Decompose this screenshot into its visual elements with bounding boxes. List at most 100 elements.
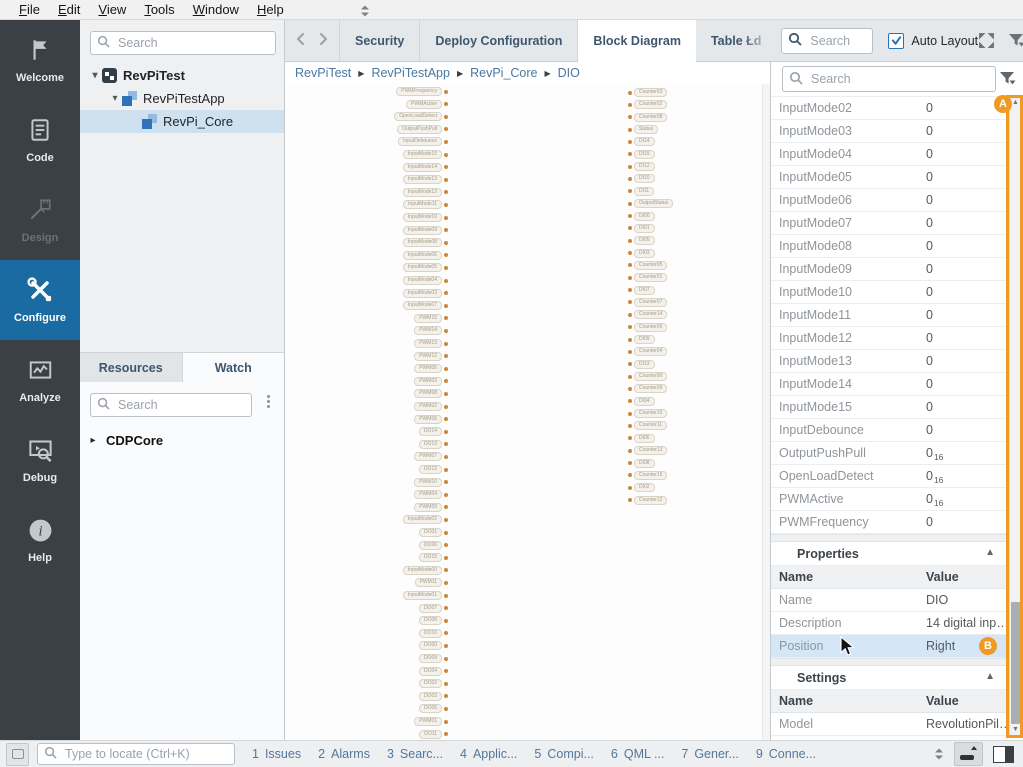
value-row-inputmode03[interactable]: InputMode030 [771, 120, 1009, 143]
tree-item-cdpcore[interactable]: ▸ CDPCore [86, 430, 163, 450]
menu-view[interactable]: View [89, 2, 135, 17]
port-dot[interactable] [444, 417, 448, 421]
diagram-node[interactable]: DO11 [419, 730, 448, 739]
diagram-node[interactable]: Counter10 [628, 409, 667, 418]
filter-icon[interactable] [1008, 33, 1023, 48]
diagram-node[interactable]: DO05 [419, 704, 448, 713]
port-dot[interactable] [444, 354, 448, 358]
tree-item-revpitest[interactable]: ▾RevPiTest [80, 64, 284, 87]
port-dot[interactable] [444, 657, 448, 661]
status-item-searc[interactable]: 3Searc... [387, 747, 443, 761]
diagram-node[interactable]: InputMode00 [403, 566, 448, 575]
value-row-inputmode02[interactable]: InputMode020 [771, 97, 1009, 120]
diagram-node[interactable]: PWM02 [414, 402, 448, 411]
diagram-node[interactable]: PWM11 [415, 578, 448, 587]
status-item-conne[interactable]: 9Conne... [756, 747, 816, 761]
diagram-node[interactable]: DI04 [628, 397, 655, 406]
diagram-node[interactable]: DI00 [628, 212, 655, 221]
status-item-compi[interactable]: 5Compi... [534, 747, 594, 761]
diagram-node[interactable]: DO06 [419, 541, 448, 550]
diagram-node[interactable]: PWM01 [414, 717, 448, 726]
port-dot[interactable] [628, 177, 632, 181]
port-dot[interactable] [628, 350, 632, 354]
port-dot[interactable] [444, 581, 448, 585]
settings-header[interactable]: Settings ▲ [771, 666, 1009, 690]
port-dot[interactable] [444, 669, 448, 673]
diagram-node[interactable]: DI03 [628, 249, 655, 258]
breadcrumb-item-revpitest[interactable]: RevPiTest [295, 66, 351, 80]
value-row-inputmode08[interactable]: InputMode080 [771, 235, 1009, 258]
diagram-node[interactable]: InputMode01 [403, 591, 448, 600]
activity-item-configure[interactable]: Configure [0, 260, 80, 340]
collapse-icon[interactable]: ▲ [985, 671, 995, 682]
locate-box[interactable] [37, 743, 235, 765]
diagram-node[interactable]: Counter11 [628, 421, 667, 430]
port-dot[interactable] [444, 266, 448, 270]
tab-security[interactable]: Security [339, 20, 419, 61]
diagram-node[interactable]: Counter02 [628, 100, 667, 109]
diagram-node[interactable]: InputMode03 [403, 289, 448, 298]
diagram-node[interactable]: DO07 [419, 604, 448, 613]
port-dot[interactable] [444, 190, 448, 194]
port-dot[interactable] [628, 103, 632, 107]
breadcrumb-item-revpi_core[interactable]: RevPi_Core [470, 66, 537, 80]
port-dot[interactable] [444, 253, 448, 257]
port-dot[interactable] [444, 430, 448, 434]
value-row-inputmode04[interactable]: InputMode040 [771, 143, 1009, 166]
menu-help[interactable]: Help [248, 2, 293, 17]
value-row-pwmfrequency[interactable]: PWMFrequency0 [771, 511, 1009, 534]
diagram-node[interactable]: PWM15 [414, 314, 448, 323]
diagram-canvas[interactable]: PWMFrequencyPWMActiveOpenLoadDetectOutpu… [285, 84, 770, 740]
port-dot[interactable] [444, 543, 448, 547]
diagram-node[interactable]: Counter06 [628, 323, 667, 332]
port-dot[interactable] [628, 325, 632, 329]
port-dot[interactable] [628, 140, 632, 144]
port-dot[interactable] [444, 468, 448, 472]
activity-item-code[interactable]: Code [0, 100, 80, 180]
port-dot[interactable] [444, 216, 448, 220]
auto-layout-checkbox[interactable] [888, 33, 904, 49]
value-row-inputmode13[interactable]: InputMode130 [771, 350, 1009, 373]
port-dot[interactable] [628, 202, 632, 206]
value-row-pwmactive[interactable]: PWMActive016 [771, 488, 1009, 511]
port-dot[interactable] [444, 568, 448, 572]
diagram-node[interactable]: DO09 [419, 654, 448, 663]
property-row-position[interactable]: PositionRight [771, 635, 1009, 658]
status-item-qml[interactable]: 6QML ... [611, 747, 664, 761]
diagram-node[interactable]: Counter00 [628, 372, 667, 381]
diagram-node[interactable]: Counter03 [628, 88, 667, 97]
diagram-node[interactable]: InputMode13 [403, 175, 448, 184]
port-dot[interactable] [628, 486, 632, 490]
port-dot[interactable] [444, 90, 448, 94]
value-row-outputpushpull[interactable]: OutputPushPull016 [771, 442, 1009, 465]
port-dot[interactable] [444, 316, 448, 320]
port-dot[interactable] [444, 178, 448, 182]
menu-file[interactable]: File [10, 2, 49, 17]
port-dot[interactable] [444, 707, 448, 711]
port-dot[interactable] [444, 480, 448, 484]
diagram-node[interactable]: PWM13 [414, 339, 448, 348]
diagram-node[interactable]: DI14 [628, 137, 655, 146]
port-dot[interactable] [444, 518, 448, 522]
port-dot[interactable] [444, 594, 448, 598]
port-dot[interactable] [628, 128, 632, 132]
port-dot[interactable] [628, 165, 632, 169]
diagram-node[interactable]: DI05 [628, 236, 655, 245]
port-dot[interactable] [628, 239, 632, 243]
diagram-node[interactable]: Counter12 [628, 496, 667, 505]
port-dot[interactable] [444, 644, 448, 648]
tab-table-d[interactable]: Table Łd [696, 20, 777, 61]
tab-resources[interactable]: Resources [80, 353, 183, 383]
port-dot[interactable] [628, 313, 632, 317]
diagram-node[interactable]: PWM03 [414, 377, 448, 386]
port-dot[interactable] [628, 226, 632, 230]
output-pane-button[interactable] [954, 742, 983, 766]
diagram-node[interactable]: OutputPushPull [397, 125, 448, 134]
port-dot[interactable] [444, 102, 448, 106]
property-row-description[interactable]: Description14 digital inp… [771, 612, 1009, 635]
port-dot[interactable] [628, 375, 632, 379]
port-dot[interactable] [628, 152, 632, 156]
port-dot[interactable] [444, 279, 448, 283]
canvas-scrollbar[interactable] [762, 84, 770, 740]
breadcrumb-item-revpitestapp[interactable]: RevPiTestApp [371, 66, 450, 80]
